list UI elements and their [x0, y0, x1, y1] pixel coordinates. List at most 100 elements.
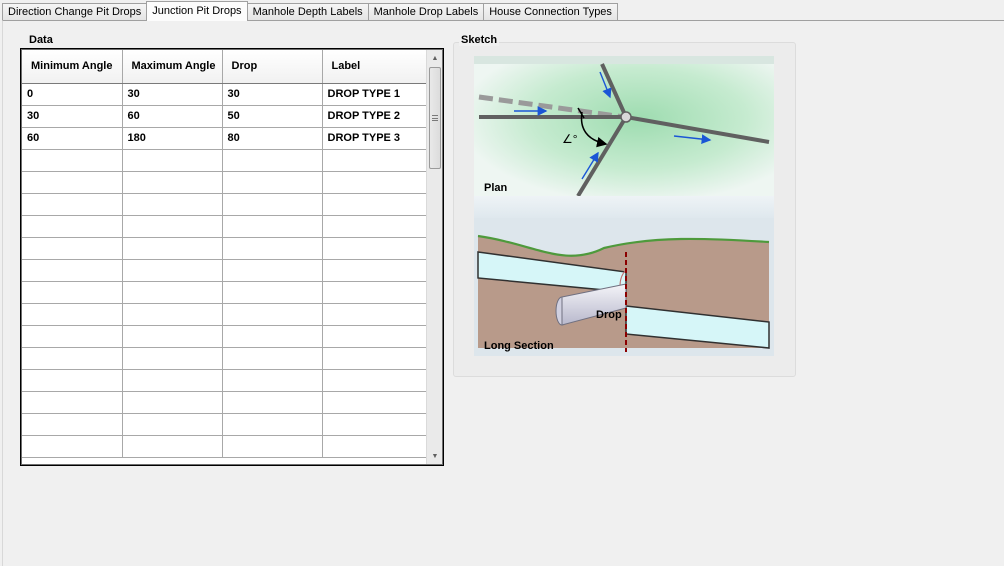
- column-header-label[interactable]: Label: [322, 50, 427, 84]
- column-header-minimum-angle[interactable]: Minimum Angle: [22, 50, 123, 84]
- data-group-title: Data: [27, 34, 55, 46]
- tab-house-connection-types[interactable]: House Connection Types: [483, 3, 618, 21]
- empty-cell[interactable]: [322, 170, 427, 194]
- empty-cell[interactable]: [222, 391, 323, 414]
- empty-cell[interactable]: [222, 347, 323, 370]
- empty-cell[interactable]: [122, 259, 223, 282]
- empty-cell[interactable]: [322, 413, 427, 436]
- empty-cell[interactable]: [322, 303, 427, 326]
- empty-table-row[interactable]: [22, 237, 427, 260]
- empty-cell[interactable]: [22, 369, 123, 392]
- empty-cell[interactable]: [122, 347, 223, 370]
- empty-cell[interactable]: [322, 237, 427, 260]
- tab-manhole-depth-labels[interactable]: Manhole Depth Labels: [246, 3, 369, 21]
- empty-cell[interactable]: [322, 215, 427, 238]
- cell-maximum-angle[interactable]: 180: [122, 127, 223, 150]
- column-header-drop[interactable]: Drop: [222, 50, 323, 84]
- cell-maximum-angle[interactable]: 30: [122, 82, 223, 106]
- empty-cell[interactable]: [122, 391, 223, 414]
- empty-cell[interactable]: [22, 259, 123, 282]
- empty-cell[interactable]: [322, 391, 427, 414]
- cell-minimum-angle[interactable]: 60: [22, 127, 123, 150]
- empty-cell[interactable]: [22, 193, 123, 216]
- tab-direction-change-pit-drops[interactable]: Direction Change Pit Drops: [2, 3, 148, 21]
- cell-drop[interactable]: 80: [222, 127, 323, 150]
- empty-table-row[interactable]: [22, 391, 427, 414]
- empty-cell[interactable]: [22, 215, 123, 238]
- empty-cell[interactable]: [222, 369, 323, 392]
- empty-cell[interactable]: [222, 259, 323, 282]
- empty-cell[interactable]: [22, 303, 123, 326]
- empty-cell[interactable]: [122, 149, 223, 172]
- empty-cell[interactable]: [222, 435, 323, 458]
- tab-junction-pit-drops[interactable]: Junction Pit Drops: [146, 1, 248, 21]
- vertical-scrollbar[interactable]: ▲ ▼: [426, 50, 442, 464]
- empty-cell[interactable]: [122, 193, 223, 216]
- empty-table-row[interactable]: [22, 413, 427, 436]
- empty-cell[interactable]: [322, 347, 427, 370]
- empty-cell[interactable]: [22, 170, 123, 194]
- data-grid[interactable]: Minimum Angle Maximum Angle Drop Label 0…: [20, 48, 444, 466]
- empty-cell[interactable]: [122, 170, 223, 194]
- empty-cell[interactable]: [322, 259, 427, 282]
- empty-cell[interactable]: [122, 281, 223, 304]
- empty-cell[interactable]: [222, 303, 323, 326]
- empty-cell[interactable]: [122, 215, 223, 238]
- empty-cell[interactable]: [322, 369, 427, 392]
- empty-cell[interactable]: [222, 237, 323, 260]
- empty-cell[interactable]: [122, 413, 223, 436]
- empty-cell[interactable]: [222, 215, 323, 238]
- empty-table-row[interactable]: [22, 215, 427, 238]
- column-header-maximum-angle[interactable]: Maximum Angle: [122, 50, 223, 84]
- cell-label[interactable]: DROP TYPE 2: [322, 105, 427, 128]
- cell-label[interactable]: DROP TYPE 3: [322, 127, 427, 150]
- empty-cell[interactable]: [122, 237, 223, 260]
- table-row[interactable]: 60 180 80 DROP TYPE 3: [22, 127, 427, 150]
- empty-table-row[interactable]: [22, 435, 427, 458]
- empty-cell[interactable]: [222, 281, 323, 304]
- empty-cell[interactable]: [22, 413, 123, 436]
- table-row[interactable]: 30 60 50 DROP TYPE 2: [22, 105, 427, 128]
- empty-cell[interactable]: [122, 325, 223, 348]
- empty-table-row[interactable]: [22, 303, 427, 326]
- empty-cell[interactable]: [222, 325, 323, 348]
- empty-cell[interactable]: [22, 281, 123, 304]
- empty-cell[interactable]: [222, 413, 323, 436]
- empty-cell[interactable]: [222, 149, 323, 172]
- empty-cell[interactable]: [22, 391, 123, 414]
- empty-table-row[interactable]: [22, 347, 427, 370]
- empty-table-row[interactable]: [22, 149, 427, 172]
- empty-cell[interactable]: [322, 435, 427, 458]
- empty-cell[interactable]: [22, 325, 123, 348]
- cell-minimum-angle[interactable]: 30: [22, 105, 123, 128]
- empty-cell[interactable]: [322, 193, 427, 216]
- cell-drop[interactable]: 30: [222, 82, 323, 106]
- scroll-thumb[interactable]: [429, 67, 441, 169]
- empty-cell[interactable]: [22, 149, 123, 172]
- empty-cell[interactable]: [122, 435, 223, 458]
- empty-cell[interactable]: [322, 281, 427, 304]
- cell-label[interactable]: DROP TYPE 1: [322, 82, 427, 106]
- empty-cell[interactable]: [222, 193, 323, 216]
- empty-cell[interactable]: [322, 325, 427, 348]
- empty-table-row[interactable]: [22, 325, 427, 348]
- empty-cell[interactable]: [122, 369, 223, 392]
- cell-drop[interactable]: 50: [222, 105, 323, 128]
- empty-table-row[interactable]: [22, 369, 427, 392]
- empty-cell[interactable]: [222, 170, 323, 194]
- table-row[interactable]: 0 30 30 DROP TYPE 1: [22, 82, 427, 106]
- empty-table-row[interactable]: [22, 259, 427, 282]
- scroll-up-arrow-icon[interactable]: ▲: [427, 50, 443, 66]
- cell-maximum-angle[interactable]: 60: [122, 105, 223, 128]
- empty-table-row[interactable]: [22, 193, 427, 216]
- scroll-down-arrow-icon[interactable]: ▼: [427, 448, 443, 464]
- empty-cell[interactable]: [22, 435, 123, 458]
- tab-manhole-drop-labels[interactable]: Manhole Drop Labels: [367, 3, 485, 21]
- empty-cell[interactable]: [122, 303, 223, 326]
- empty-cell[interactable]: [322, 149, 427, 172]
- empty-cell[interactable]: [22, 237, 123, 260]
- empty-table-row[interactable]: [22, 281, 427, 304]
- cell-minimum-angle[interactable]: 0: [22, 82, 123, 106]
- empty-table-row[interactable]: [22, 170, 427, 194]
- empty-cell[interactable]: [22, 347, 123, 370]
